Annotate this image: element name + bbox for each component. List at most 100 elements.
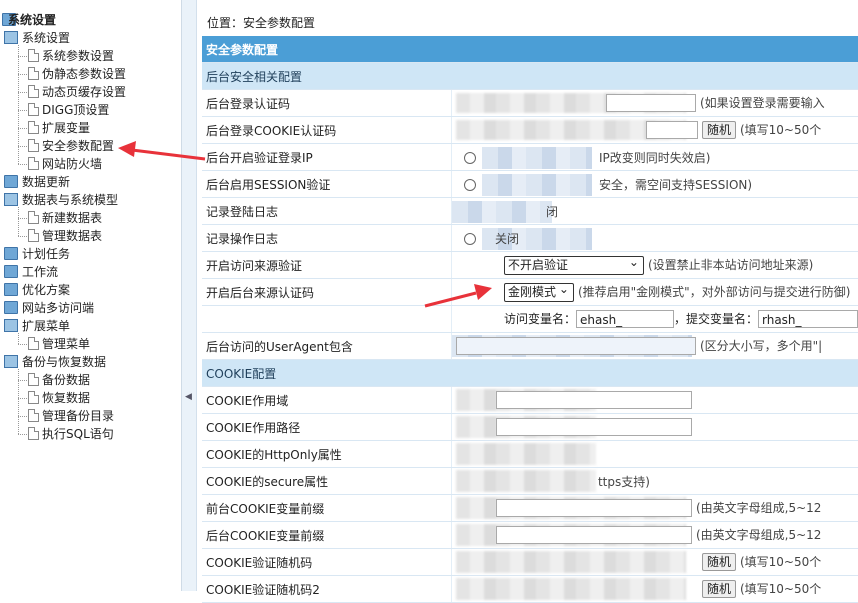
tree-connector: [18, 92, 27, 93]
sidebar-group-label: 网站多访问端: [22, 301, 95, 315]
random-button[interactable]: 随机: [701, 121, 736, 140]
folder-icon: [4, 265, 18, 278]
form-row: COOKIE作用路径: [202, 413, 858, 441]
row-label: 记录登陆日志: [202, 197, 452, 225]
tree-connector: [18, 45, 19, 164]
row-value: IP改变则同时失效启): [451, 143, 858, 171]
redacted-area: [455, 578, 686, 600]
sidebar-tree: 系统设置 系统设置 系统参数设置 伪静态参数设置 动态页缓存设置 DIGG顶设置 扩展变量…: [0, 0, 182, 591]
row-label: 后台访问的UserAgent包含: [202, 332, 452, 360]
row-label: 后台登录COOKIE认证码: [202, 116, 452, 144]
radio-option[interactable]: [463, 152, 476, 164]
row-hint: (由英文字母组成,5~12: [695, 527, 822, 542]
folder-icon: [4, 301, 18, 314]
row-label: COOKIE验证随机码: [202, 548, 452, 576]
select-dropdown[interactable]: 不开启验证: [503, 254, 644, 275]
form-row: 开启后台来源认证码 金刚模式(推荐启用"金刚模式"，对外部访问与提交进行防御): [202, 278, 858, 306]
row-hint: (如果设置登录需要输入: [699, 95, 825, 110]
var-input[interactable]: ehash_: [575, 310, 674, 329]
text-input[interactable]: [495, 526, 692, 545]
page-icon: [28, 121, 39, 134]
text-input[interactable]: [495, 499, 692, 518]
text-input[interactable]: [645, 121, 698, 140]
form-header: 安全参数配置: [202, 36, 858, 63]
row-label: 开启后台来源认证码: [202, 278, 452, 306]
tree-connector: [18, 164, 27, 165]
page-icon: [28, 103, 39, 116]
var-label: 访问变量名：: [503, 311, 576, 326]
sidebar-group-label: 备份与恢复数据: [22, 355, 107, 369]
page-icon: [28, 337, 39, 350]
redacted-area: [455, 551, 686, 573]
random-button[interactable]: 随机: [701, 553, 736, 572]
tree-connector: [18, 369, 19, 434]
useragent-input[interactable]: [455, 337, 696, 356]
sidebar-item-label: 动态页缓存设置: [42, 85, 127, 99]
folder-icon: [4, 283, 18, 296]
tree-connector: [18, 74, 27, 75]
row-hint: (推荐启用"金刚模式"，对外部访问与提交进行防御): [577, 284, 851, 299]
tree-connector: [18, 333, 19, 344]
row-value: 不开启验证(设置禁止非本站访问地址来源): [451, 251, 858, 279]
form-row: COOKIE作用域: [202, 386, 858, 414]
text-input[interactable]: [495, 418, 692, 436]
redacted-area: [481, 147, 592, 169]
text-input[interactable]: [495, 391, 692, 409]
sidebar-item-label: 新建数据表: [42, 211, 103, 225]
form-row: 记录登陆日志 闭: [202, 197, 858, 225]
sidebar-group-label: 数据表与系统模型: [22, 193, 119, 207]
collapse-arrow-icon[interactable]: ◀: [185, 392, 192, 402]
row-hint: 安全，需空间支持SESSION): [598, 177, 753, 192]
row-hint: 关闭: [494, 231, 519, 246]
row-label: 后台启用SESSION验证: [202, 170, 452, 198]
row-hint: 闭: [545, 204, 558, 219]
folder-icon: [4, 193, 18, 206]
row-label: 前台COOKIE变量前缀: [202, 494, 452, 522]
row-label: 开启访问来源验证: [202, 251, 452, 279]
row-value: 闭: [451, 197, 858, 225]
radio-option[interactable]: [463, 179, 476, 191]
redacted-area: [455, 443, 596, 465]
form-row: 后台开启验证登录IP IP改变则同时失效启): [202, 143, 858, 171]
row-hint: IP改变则同时失效启): [598, 150, 711, 165]
section-title: COOKIE配置: [202, 359, 858, 387]
form-row: 后台登录COOKIE认证码 随机 (填写10~50个: [202, 116, 858, 144]
row-label: 后台开启验证登录IP: [202, 143, 452, 171]
row-value: (由英文字母组成,5~12: [451, 494, 858, 522]
page-icon: [28, 85, 39, 98]
sub-input[interactable]: rhash_: [758, 310, 858, 329]
row-label: COOKIE的HttpOnly属性: [202, 440, 452, 468]
text-input[interactable]: [605, 94, 696, 113]
page-icon: [28, 373, 39, 386]
row-label: COOKIE作用域: [202, 386, 452, 414]
radio-option[interactable]: [463, 233, 476, 245]
tree-connector: [18, 207, 19, 236]
select-dropdown[interactable]: 金刚模式: [503, 281, 574, 302]
sidebar-item-label: DIGG顶设置: [42, 103, 110, 117]
sidebar-splitter[interactable]: ◀: [182, 0, 197, 591]
random-button[interactable]: 随机: [701, 580, 736, 599]
form-row: COOKIE验证随机码2 随机 (填写10~50个: [202, 575, 858, 603]
sidebar-group-label: 系统设置: [22, 31, 71, 45]
breadcrumb: 位置：安全参数配置: [207, 16, 316, 30]
row-label: COOKIE验证随机码2: [202, 575, 452, 603]
form-row: COOKIE的secure属性 ttps支持): [202, 467, 858, 495]
sidebar-item-label: 管理备份目录: [42, 409, 115, 423]
row-label: 后台登录认证码: [202, 89, 452, 117]
sidebar-item-label: 扩展变量: [42, 121, 91, 135]
tree-connector: [18, 218, 27, 219]
row-label: COOKIE的secure属性: [202, 467, 452, 495]
form-row: 访问变量名： ehash_ ，提交变量名： rhash_: [202, 305, 858, 333]
row-value: (如果设置登录需要输入: [451, 89, 858, 117]
row-hint: (填写10~50个: [739, 554, 822, 569]
tree-connector: [18, 398, 27, 399]
form-row: 开启访问来源验证不开启验证(设置禁止非本站访问地址来源): [202, 251, 858, 279]
form-row: 后台启用SESSION验证 安全，需空间支持SESSION): [202, 170, 858, 198]
sidebar-item-label: 管理数据表: [42, 229, 103, 243]
folder-icon: [4, 175, 18, 188]
row-value: 随机 (填写10~50个: [451, 116, 858, 144]
tree-connector: [18, 434, 27, 435]
sidebar-group-label: 数据更新: [22, 175, 71, 189]
tree-connector: [18, 146, 27, 147]
folder-icon: [4, 31, 18, 44]
